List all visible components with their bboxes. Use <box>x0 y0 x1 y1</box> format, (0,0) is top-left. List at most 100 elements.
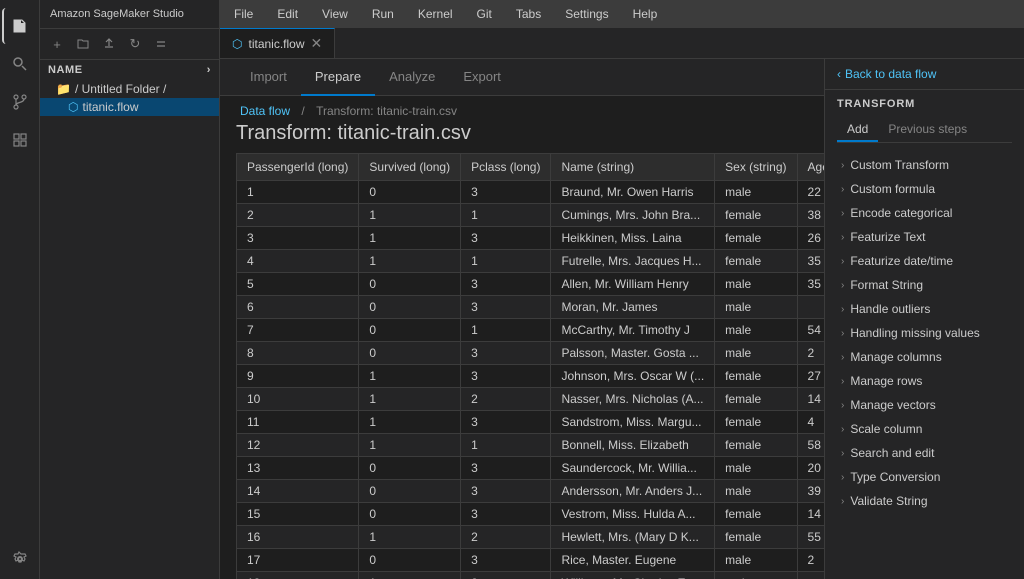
menu-item-edit[interactable]: Edit <box>271 3 304 25</box>
table-row: 1012Nasser, Mrs. Nicholas (A...female14 <box>237 388 825 411</box>
transform-item-custom-transform[interactable]: ›Custom Transform <box>837 153 1012 177</box>
table-cell-r8-c5: 27 <box>797 365 824 388</box>
files-icon[interactable] <box>2 8 38 44</box>
refresh-button[interactable]: ↻ <box>124 33 146 55</box>
transform-item-search-and-edit[interactable]: ›Search and edit <box>837 441 1012 465</box>
new-file-button[interactable]: + <box>46 33 68 55</box>
table-cell-r9-c0: 10 <box>237 388 359 411</box>
table-cell-r14-c1: 0 <box>359 503 461 526</box>
upload-button[interactable] <box>98 33 120 55</box>
transform-item-manage-vectors[interactable]: ›Manage vectors <box>837 393 1012 417</box>
table-cell-r11-c3: Bonnell, Miss. Elizabeth <box>551 434 715 457</box>
transform-item-scale-column[interactable]: ›Scale column <box>837 417 1012 441</box>
untitled-folder-item[interactable]: 📁 / Untitled Folder / <box>40 80 219 98</box>
menu-item-git[interactable]: Git <box>471 3 498 25</box>
tab-prepare[interactable]: Prepare <box>301 59 375 96</box>
main-area: File Edit View Run Kernel Git Tabs Settings Help… <box>220 0 1024 579</box>
table-cell-r16-c4: male <box>715 549 797 572</box>
table-cell-r0-c5: 22 <box>797 181 824 204</box>
transform-chevron-icon: › <box>841 424 844 435</box>
transform-item-encode-categorical[interactable]: ›Encode categorical <box>837 201 1012 225</box>
table-cell-r14-c0: 15 <box>237 503 359 526</box>
source-control-icon[interactable] <box>2 84 38 120</box>
table-cell-r0-c0: 1 <box>237 181 359 204</box>
extensions-icon[interactable] <box>2 122 38 158</box>
titanic-flow-tab[interactable]: ⬡ titanic.flow ✕ <box>220 28 335 58</box>
transform-item-manage-columns[interactable]: › Manage columns <box>837 345 1012 369</box>
table-cell-r9-c2: 2 <box>461 388 551 411</box>
file-section-header[interactable]: Name › <box>40 60 219 80</box>
table-cell-r8-c2: 3 <box>461 365 551 388</box>
transform-item-featurize-text[interactable]: ›Featurize Text <box>837 225 1012 249</box>
search-icon[interactable] <box>2 46 38 82</box>
toolbar-row: + ↻ <box>40 29 219 60</box>
app-title: Amazon SageMaker Studio <box>40 0 219 29</box>
tab-import[interactable]: Import <box>236 59 301 96</box>
transform-tab-add[interactable]: Add <box>837 118 878 142</box>
transform-item-label: Manage columns <box>850 350 941 364</box>
data-table-container[interactable]: PassengerId (long)Survived (long)Pclass … <box>220 153 824 579</box>
table-cell-r6-c4: male <box>715 319 797 342</box>
transform-item-label: Featurize Text <box>850 230 925 244</box>
menu-item-tabs[interactable]: Tabs <box>510 3 547 25</box>
transform-chevron-icon: › <box>841 280 844 291</box>
transform-item-type-conversion[interactable]: ›Type Conversion <box>837 465 1012 489</box>
menu-item-view[interactable]: View <box>316 3 354 25</box>
menu-item-kernel[interactable]: Kernel <box>412 3 459 25</box>
tab-analyze[interactable]: Analyze <box>375 59 449 96</box>
table-cell-r2-c3: Heikkinen, Miss. Laina <box>551 227 715 250</box>
transform-item-handle-outliers[interactable]: ›Handle outliers <box>837 297 1012 321</box>
transform-item-custom-formula[interactable]: ›Custom formula <box>837 177 1012 201</box>
table-cell-r1-c2: 1 <box>461 204 551 227</box>
new-folder-button[interactable] <box>72 33 94 55</box>
menu-item-help[interactable]: Help <box>627 3 664 25</box>
table-row: 1612Hewlett, Mrs. (Mary D K...female55 <box>237 526 825 549</box>
transform-chevron-icon: › <box>841 472 844 483</box>
transform-item-validate-string[interactable]: ›Validate String <box>837 489 1012 513</box>
tab-close-button[interactable]: ✕ <box>311 35 323 52</box>
transform-item-manage-rows[interactable]: ›Manage rows <box>837 369 1012 393</box>
table-cell-r7-c5: 2 <box>797 342 824 365</box>
table-cell-r5-c5 <box>797 296 824 319</box>
transform-tab-previous[interactable]: Previous steps <box>878 118 977 142</box>
transform-item-featurize-date-time[interactable]: ›Featurize date/time <box>837 249 1012 273</box>
menu-item-run[interactable]: Run <box>366 3 400 25</box>
menu-item-file[interactable]: File <box>228 3 259 25</box>
table-cell-r4-c1: 0 <box>359 273 461 296</box>
flow-file-label: titanic.flow <box>82 100 138 114</box>
transform-item-handling-missing-values[interactable]: › Handling missing values <box>837 321 1012 345</box>
table-cell-r9-c5: 14 <box>797 388 824 411</box>
section-name-label: Name <box>48 64 83 76</box>
transform-chevron-icon: › <box>841 328 844 339</box>
table-cell-r6-c1: 0 <box>359 319 461 342</box>
transform-items-list: ›Custom Transform›Custom formula›Encode … <box>837 153 1012 513</box>
table-cell-r12-c3: Saundercock, Mr. Willia... <box>551 457 715 480</box>
transform-chevron-icon: › <box>841 352 844 363</box>
breadcrumb-link[interactable]: Data flow <box>240 104 290 118</box>
table-cell-r2-c1: 1 <box>359 227 461 250</box>
table-cell-r12-c5: 20 <box>797 457 824 480</box>
titanic-flow-file[interactable]: ⬡ titanic.flow <box>40 98 219 116</box>
back-to-data-flow-link[interactable]: ‹ Back to data flow <box>837 67 936 81</box>
collapse-button[interactable] <box>150 33 172 55</box>
nav-tabs: Import Prepare Analyze Export <box>220 59 824 96</box>
table-cell-r16-c2: 3 <box>461 549 551 572</box>
table-cell-r11-c1: 1 <box>359 434 461 457</box>
menu-item-settings[interactable]: Settings <box>559 3 614 25</box>
transform-chevron-icon: › <box>841 376 844 387</box>
table-cell-r13-c4: male <box>715 480 797 503</box>
table-cell-r15-c5: 55 <box>797 526 824 549</box>
table-cell-r17-c0: 18 <box>237 572 359 579</box>
transform-section: TRANSFORM Add Previous steps ›Custom Tra… <box>825 90 1024 579</box>
table-cell-r4-c4: male <box>715 273 797 296</box>
settings-icon[interactable] <box>2 541 38 577</box>
table-header-name--string-: Name (string) <box>551 154 715 181</box>
table-cell-r11-c2: 1 <box>461 434 551 457</box>
transform-item-format-string[interactable]: ›Format String <box>837 273 1012 297</box>
table-cell-r10-c4: female <box>715 411 797 434</box>
tab-export[interactable]: Export <box>449 59 515 96</box>
transform-item-label: Handling missing values <box>850 326 979 340</box>
page-title: Transform: titanic-train.csv <box>220 122 824 153</box>
transform-item-label: Encode categorical <box>850 206 952 220</box>
table-cell-r16-c3: Rice, Master. Eugene <box>551 549 715 572</box>
